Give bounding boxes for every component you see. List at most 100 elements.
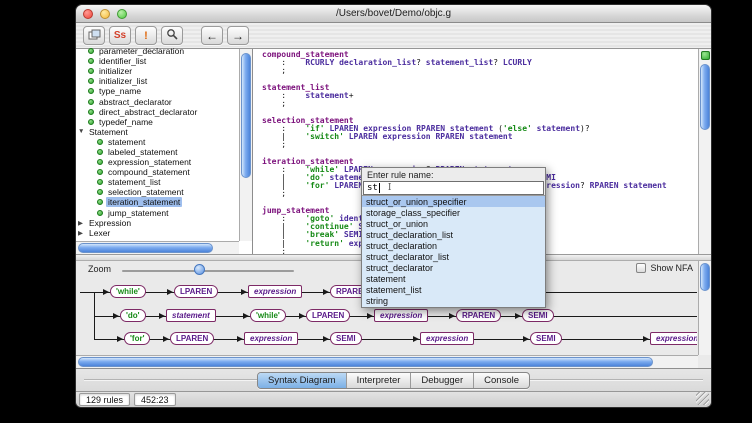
tree-item-typedef-name[interactable]: typedef_name bbox=[76, 117, 239, 127]
rule-ok-icon bbox=[97, 179, 103, 185]
zoom-button[interactable] bbox=[117, 9, 127, 19]
tree-label: Statement bbox=[87, 127, 130, 137]
diagram-node-expression[interactable]: expression bbox=[374, 309, 428, 322]
tree-item-compound-statement[interactable]: compound_statement bbox=[76, 167, 239, 177]
completion-item-statement[interactable]: statement bbox=[362, 273, 545, 284]
diagram-node-statement[interactable]: statement bbox=[166, 309, 216, 322]
triangle-right-icon[interactable]: ▶ bbox=[78, 219, 87, 227]
bottom-tabs: Syntax DiagramInterpreterDebuggerConsole bbox=[257, 372, 530, 389]
rule-tree: parameter_declarationidentifier_listinit… bbox=[76, 46, 239, 238]
diagram-vertical-scrollbar[interactable] bbox=[698, 261, 711, 355]
rule-ok-icon bbox=[88, 68, 94, 74]
sidebar-horizontal-scrollbar[interactable] bbox=[76, 241, 239, 254]
scrollbar-thumb[interactable] bbox=[241, 53, 251, 178]
completion-item-struct-or-union-specifier[interactable]: struct_or_union_specifier bbox=[362, 196, 545, 207]
tab-debugger[interactable]: Debugger bbox=[411, 373, 474, 388]
back-button[interactable]: ← bbox=[201, 26, 223, 45]
diagram-node-expression[interactable]: expression bbox=[248, 285, 302, 298]
tree-item-selection-statement[interactable]: selection_statement bbox=[76, 187, 239, 197]
tree-item-identifier-list[interactable]: identifier_list bbox=[76, 56, 239, 66]
resize-grip-icon[interactable] bbox=[696, 392, 709, 405]
tree-group-statement[interactable]: ▼Statement bbox=[76, 127, 239, 137]
triangle-right-icon[interactable]: ▶ bbox=[78, 229, 87, 237]
zoom-slider-knob[interactable] bbox=[194, 264, 205, 275]
diagram-node-expression[interactable]: expression bbox=[244, 332, 298, 345]
arrow-icon bbox=[113, 313, 119, 319]
diagram-node-rparen[interactable]: RPAREN bbox=[456, 309, 501, 322]
zoom-slider[interactable] bbox=[122, 270, 294, 272]
rule-ok-icon bbox=[97, 139, 103, 145]
diagram-node-semi[interactable]: SEMI bbox=[330, 332, 362, 345]
rule-name-popup: Enter rule name: st I struct_or_union_sp… bbox=[361, 167, 546, 308]
scrollbar-thumb[interactable] bbox=[78, 243, 213, 253]
title-bar[interactable]: /Users/bovet/Demo/objc.g bbox=[76, 5, 711, 23]
scrollbar-thumb[interactable] bbox=[700, 64, 710, 130]
tree-item-statement-list[interactable]: statement_list bbox=[76, 177, 239, 187]
tree-item-abstract-declarator[interactable]: abstract_declarator bbox=[76, 96, 239, 106]
diagram-node-while[interactable]: 'while' bbox=[110, 285, 146, 298]
rule-ok-icon bbox=[88, 48, 94, 54]
minimize-button[interactable] bbox=[100, 9, 110, 19]
diagram-node-for[interactable]: 'for' bbox=[124, 332, 150, 345]
find-button[interactable] bbox=[161, 26, 183, 45]
check-grammar-button[interactable]: ! bbox=[135, 26, 157, 45]
rule-name-input[interactable]: st I bbox=[363, 181, 544, 195]
diagram-node-expression[interactable]: expression bbox=[420, 332, 474, 345]
diagram-node-expression[interactable]: expression bbox=[650, 332, 697, 345]
tree-item-jump-statement[interactable]: jump_statement bbox=[76, 208, 239, 218]
completion-item-storage-class-specifier[interactable]: storage_class_specifier bbox=[362, 207, 545, 218]
sidebar-vertical-scrollbar[interactable] bbox=[239, 49, 252, 241]
arrow-icon bbox=[167, 289, 173, 295]
scrollbar-thumb[interactable] bbox=[700, 263, 710, 291]
arrow-icon bbox=[241, 289, 247, 295]
tree-label: iteration_statement bbox=[106, 197, 182, 207]
tab-interpreter[interactable]: Interpreter bbox=[347, 373, 412, 388]
completion-item-struct-declarator-list[interactable]: struct_declarator_list bbox=[362, 251, 545, 262]
tree-item-initializer-list[interactable]: initializer_list bbox=[76, 76, 239, 86]
tree-label: compound_statement bbox=[106, 167, 192, 177]
completion-item-struct-or-union[interactable]: struct_or_union bbox=[362, 218, 545, 229]
tree-item-direct-abstract-declarator[interactable]: direct_abstract_declarator bbox=[76, 107, 239, 117]
tree-group-expression[interactable]: ▶Expression bbox=[76, 218, 239, 228]
diagram-node-lparen[interactable]: LPAREN bbox=[306, 309, 350, 322]
diagram-node-while[interactable]: 'while' bbox=[250, 309, 286, 322]
rule-ok-icon bbox=[97, 199, 103, 205]
tree-item-type-name[interactable]: type_name bbox=[76, 86, 239, 96]
diagram-node-lparen[interactable]: LPAREN bbox=[174, 285, 218, 298]
scrollbar-thumb[interactable] bbox=[78, 357, 653, 367]
triangle-down-icon[interactable]: ▼ bbox=[78, 128, 87, 135]
completion-item-struct-declaration[interactable]: struct_declaration bbox=[362, 240, 545, 251]
console-panels-button[interactable] bbox=[83, 26, 105, 45]
tree-group-lexer[interactable]: ▶Lexer bbox=[76, 228, 239, 238]
diagram-node-semi[interactable]: SEMI bbox=[530, 332, 562, 345]
app-window: /Users/bovet/Demo/objc.g Ss ! ← → bbox=[75, 4, 712, 408]
completion-item-string[interactable]: string bbox=[362, 295, 545, 306]
syntax-coloring-button[interactable]: Ss bbox=[109, 26, 131, 45]
forward-button[interactable]: → bbox=[227, 26, 249, 45]
completion-item-struct-declarator[interactable]: struct_declarator bbox=[362, 262, 545, 273]
show-nfa-checkbox[interactable] bbox=[636, 263, 646, 273]
tab-syntax-diagram[interactable]: Syntax Diagram bbox=[258, 373, 347, 388]
close-button[interactable] bbox=[83, 9, 93, 19]
tree-item-statement[interactable]: statement bbox=[76, 137, 239, 147]
tree-label: initializer bbox=[97, 66, 134, 76]
tab-console[interactable]: Console bbox=[474, 373, 529, 388]
completion-item-statement-list[interactable]: statement_list bbox=[362, 284, 545, 295]
arrow-icon bbox=[643, 336, 649, 342]
tree-item-parameter-declaration[interactable]: parameter_declaration bbox=[76, 46, 239, 56]
diagram-node-semi[interactable]: SEMI bbox=[522, 309, 554, 322]
tree-item-expression-statement[interactable]: expression_statement bbox=[76, 157, 239, 167]
rule-count-box: 129 rules bbox=[79, 393, 130, 406]
diagram-node-do[interactable]: 'do' bbox=[120, 309, 146, 322]
window-title: /Users/bovet/Demo/objc.g bbox=[336, 8, 451, 19]
editor-vertical-scrollbar[interactable] bbox=[698, 49, 711, 254]
tree-item-iteration-statement[interactable]: iteration_statement bbox=[76, 197, 239, 207]
tree-item-initializer[interactable]: initializer bbox=[76, 66, 239, 76]
tree-item-labeled-statement[interactable]: labeled_statement bbox=[76, 147, 239, 157]
text-caret bbox=[379, 183, 380, 193]
completion-item-struct-declaration-list[interactable]: struct_declaration_list bbox=[362, 229, 545, 240]
arrow-icon bbox=[243, 313, 249, 319]
diagram-horizontal-scrollbar[interactable] bbox=[76, 355, 698, 368]
diagram-node-lparen[interactable]: LPAREN bbox=[170, 332, 214, 345]
arrow-icon bbox=[449, 313, 455, 319]
